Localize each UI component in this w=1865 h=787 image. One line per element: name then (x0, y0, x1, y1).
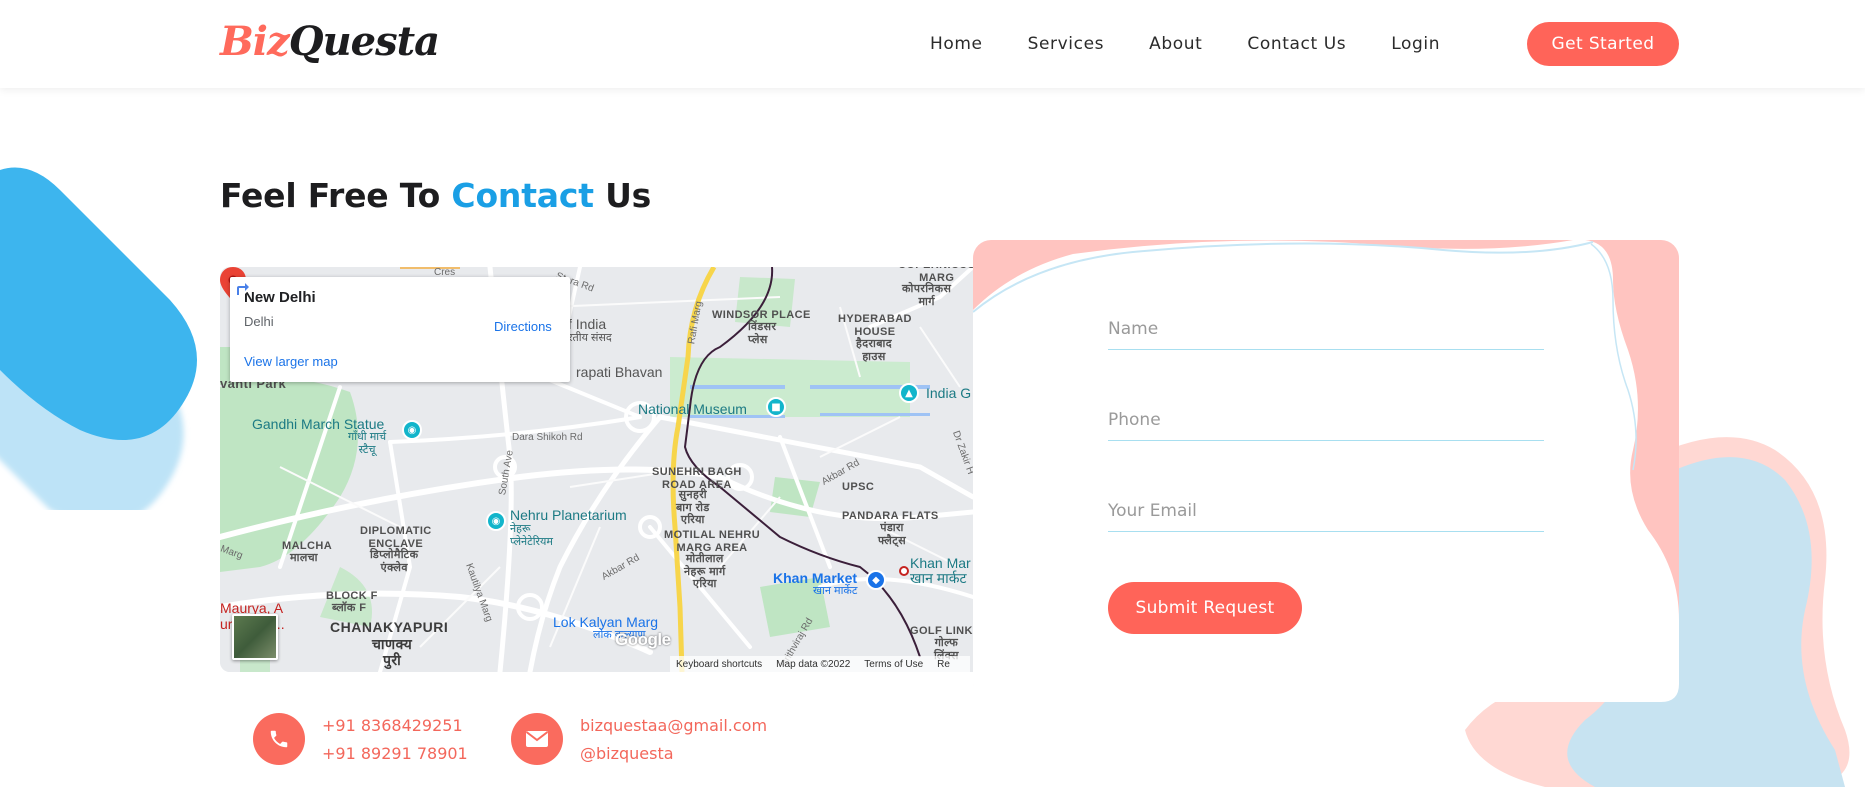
directions-link[interactable]: Directions (494, 319, 552, 334)
map-label-pandara-hi: पंडारा फ्लैट्स (878, 522, 907, 547)
nav-login[interactable]: Login (1391, 34, 1440, 54)
map-label-diplomatic-hi: डिप्लोमैटिक एंक्लेव (370, 549, 419, 574)
map-label-chanakyapuri-hi: चाणक्य पुरी (372, 636, 413, 669)
brand-logo[interactable]: BizQuesta (220, 18, 440, 65)
map-label-planetarium: Nehru Planetarium (510, 507, 627, 523)
map-label-khan-mar-hi: खान मार्कट (910, 570, 967, 586)
embedded-map[interactable]: WINDSOR PLACE विंडसर प्लेस HYDERABAD HOU… (220, 267, 973, 672)
map-label-sunehri-hi: सुनहरी बाग रोड एरिया (676, 489, 710, 527)
map-label-block-f: BLOCK F (326, 590, 378, 602)
map-label-lok-kalyan: Lok Kalyan Marg (553, 614, 659, 630)
map-label-motilal-hi: मोतीलाल नेहरू मार्ग एरिया (684, 553, 726, 591)
email-contacts: bizquestaa@gmail.com @bizquesta (580, 712, 767, 768)
map-label-upsc: UPSC (842, 481, 875, 493)
report-link[interactable]: Re (937, 659, 950, 670)
museum-icon: ■ (766, 397, 786, 417)
map-label-motilal: MOTILAL NEHRU MARG AREA (664, 529, 761, 554)
shopping-icon: ◆ (866, 570, 886, 590)
phone-number-2[interactable]: +91 89291 78901 (322, 740, 468, 768)
name-field[interactable]: Name (1108, 310, 1544, 350)
keyboard-shortcuts-link[interactable]: Keyboard shortcuts (676, 659, 762, 670)
map-label-sunehri: SUNEHRI BAGH ROAD AREA (652, 466, 742, 491)
map-label-f-india-hi: रतीय संसद (568, 332, 612, 344)
phone-numbers: +91 8368429251 +91 89291 78901 (322, 712, 468, 768)
monument-icon: ▲ (899, 383, 919, 403)
heading-accent: Contact (451, 176, 594, 215)
phone-field[interactable]: Phone (1108, 401, 1544, 441)
map-label-hyderabad-hi: हैदराबाद हाउस (856, 338, 893, 363)
heading-after: Us (593, 176, 652, 215)
brand-logo-part2: Questa (288, 18, 440, 65)
map-label-copernicus-hi: कोपरनिकस मार्ग (902, 283, 952, 308)
map-label-golf: GOLF LINK (910, 625, 973, 637)
get-started-button[interactable]: Get Started (1527, 22, 1679, 66)
map-label-museum: National Museum (638, 401, 747, 417)
map-label-malcha-hi: मालचा (290, 552, 318, 564)
map-label-gandhi: Gandhi March Statue (252, 416, 385, 432)
heading-before: Feel Free To (220, 176, 452, 215)
map-label-pandara: PANDARA FLATS (842, 510, 939, 522)
google-logo: Google (615, 630, 671, 649)
camera-icon: ◉ (486, 511, 506, 531)
decorative-blob-left (0, 167, 197, 510)
map-place-title: New Delhi (244, 289, 316, 306)
nav-contact-us[interactable]: Contact Us (1247, 34, 1346, 54)
map-label-rashtrapati: rapati Bhavan (576, 364, 663, 380)
page-heading: Feel Free To Contact Us (220, 176, 651, 215)
envelope-icon (511, 713, 563, 765)
map-label-windsor-hi: विंडसर प्लेस (748, 321, 777, 346)
view-larger-map-link[interactable]: View larger map (244, 354, 338, 369)
map-label-khan-market-hi: खान मार्केट (813, 585, 858, 597)
camera-icon: ◉ (402, 420, 422, 440)
social-handle[interactable]: @bizquesta (580, 740, 767, 768)
map-label-india-gate: India G (926, 385, 972, 401)
submit-request-button[interactable]: Submit Request (1108, 582, 1302, 634)
email-field[interactable]: Your Email (1108, 492, 1544, 532)
site-header: BizQuesta Home Services About Contact Us… (0, 0, 1865, 88)
email-placeholder: Your Email (1108, 501, 1197, 521)
map-label-windsor: WINDSOR PLACE (712, 309, 811, 321)
map-label-block-f-hi: ब्लॉक F (332, 602, 367, 614)
nav-services[interactable]: Services (1028, 34, 1105, 54)
map-label-hyderabad: HYDERABAD HOUSE (838, 313, 912, 338)
satellite-toggle[interactable] (232, 614, 278, 660)
map-footer: Keyboard shortcuts Map data ©2022 Terms … (670, 656, 970, 672)
main-nav: Home Services About Contact Us Login (930, 0, 1485, 88)
directions-icon[interactable] (230, 277, 252, 299)
map-label-gandhi-hi: गाँधी मार्च स्टैचू (348, 431, 387, 456)
map-label-copernicus: COPERNICUS MARG (898, 267, 973, 284)
map-label-malcha: MALCHA (282, 540, 333, 552)
map-label-chanakyapuri: CHANAKYAPURI (330, 619, 449, 635)
map-label-f-india: f India (568, 316, 607, 332)
brand-logo-part1: Biz (220, 18, 290, 65)
map-label-diplomatic: DIPLOMATIC ENCLAVE (360, 525, 432, 550)
phone-placeholder: Phone (1108, 410, 1161, 430)
map-place-subtitle: Delhi (244, 314, 274, 329)
map-label-dara-shikoh: Dara Shikoh Rd (512, 432, 583, 443)
phone-number-1[interactable]: +91 8368429251 (322, 712, 468, 740)
map-label-khan-mar: Khan Mar (910, 555, 971, 571)
map-label-planetarium-hi: नेहरू प्लेनेटेरियम (510, 523, 553, 548)
map-data-text: Map data ©2022 (776, 658, 851, 670)
name-placeholder: Name (1108, 319, 1159, 339)
nav-about[interactable]: About (1149, 34, 1202, 54)
email-address[interactable]: bizquestaa@gmail.com (580, 712, 767, 740)
phone-icon (253, 713, 305, 765)
map-info-card: New Delhi Delhi View larger map Directio… (230, 277, 570, 382)
nav-home[interactable]: Home (930, 34, 983, 54)
map-label-khan-market: Khan Market (773, 570, 858, 586)
terms-of-use-link[interactable]: Terms of Use (864, 659, 923, 670)
